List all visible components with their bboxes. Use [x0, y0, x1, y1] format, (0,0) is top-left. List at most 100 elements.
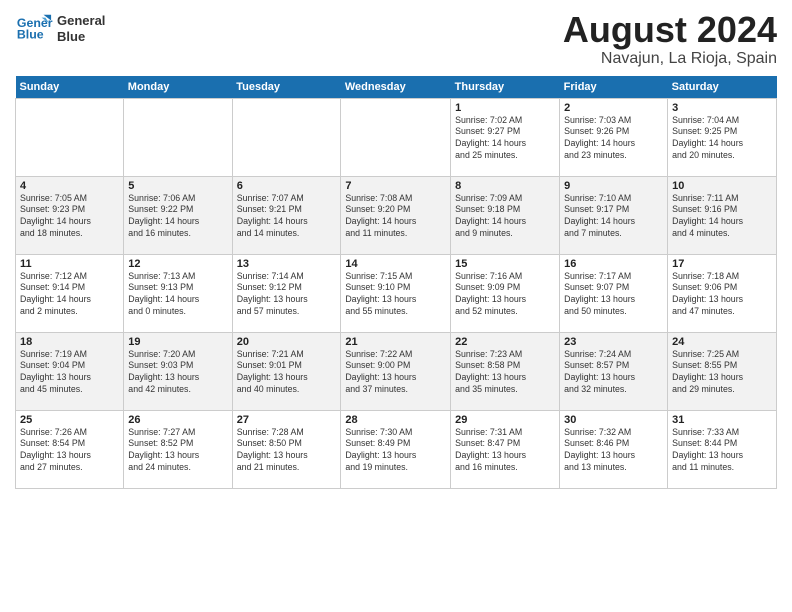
day-number: 17: [672, 258, 772, 270]
day-info: Sunrise: 7:24 AM Sunset: 8:57 PM Dayligh…: [564, 349, 663, 397]
day-cell: 2Sunrise: 7:03 AM Sunset: 9:26 PM Daylig…: [560, 98, 668, 176]
day-cell: 21Sunrise: 7:22 AM Sunset: 9:00 PM Dayli…: [341, 332, 451, 410]
calendar-table: Sunday Monday Tuesday Wednesday Thursday…: [15, 76, 777, 489]
day-cell: 28Sunrise: 7:30 AM Sunset: 8:49 PM Dayli…: [341, 410, 451, 488]
day-info: Sunrise: 7:22 AM Sunset: 9:00 PM Dayligh…: [345, 349, 446, 397]
day-cell: 7Sunrise: 7:08 AM Sunset: 9:20 PM Daylig…: [341, 176, 451, 254]
header: General Blue General Blue August 2024 Na…: [15, 10, 777, 68]
day-cell: 31Sunrise: 7:33 AM Sunset: 8:44 PM Dayli…: [668, 410, 777, 488]
day-info: Sunrise: 7:30 AM Sunset: 8:49 PM Dayligh…: [345, 427, 446, 475]
day-cell: 23Sunrise: 7:24 AM Sunset: 8:57 PM Dayli…: [560, 332, 668, 410]
day-info: Sunrise: 7:18 AM Sunset: 9:06 PM Dayligh…: [672, 271, 772, 319]
day-number: 25: [20, 414, 119, 426]
day-number: 6: [237, 180, 337, 192]
day-cell: 27Sunrise: 7:28 AM Sunset: 8:50 PM Dayli…: [232, 410, 341, 488]
day-cell: [232, 98, 341, 176]
col-thursday: Thursday: [451, 76, 560, 99]
day-cell: 11Sunrise: 7:12 AM Sunset: 9:14 PM Dayli…: [16, 254, 124, 332]
day-cell: [124, 98, 232, 176]
day-cell: 24Sunrise: 7:25 AM Sunset: 8:55 PM Dayli…: [668, 332, 777, 410]
day-info: Sunrise: 7:14 AM Sunset: 9:12 PM Dayligh…: [237, 271, 337, 319]
day-number: 24: [672, 336, 772, 348]
svg-text:Blue: Blue: [17, 28, 44, 42]
day-info: Sunrise: 7:07 AM Sunset: 9:21 PM Dayligh…: [237, 193, 337, 241]
day-info: Sunrise: 7:21 AM Sunset: 9:01 PM Dayligh…: [237, 349, 337, 397]
day-number: 2: [564, 102, 663, 114]
day-number: 15: [455, 258, 555, 270]
day-number: 3: [672, 102, 772, 114]
day-info: Sunrise: 7:28 AM Sunset: 8:50 PM Dayligh…: [237, 427, 337, 475]
day-info: Sunrise: 7:04 AM Sunset: 9:25 PM Dayligh…: [672, 115, 772, 163]
day-info: Sunrise: 7:16 AM Sunset: 9:09 PM Dayligh…: [455, 271, 555, 319]
day-number: 29: [455, 414, 555, 426]
day-number: 23: [564, 336, 663, 348]
day-cell: 29Sunrise: 7:31 AM Sunset: 8:47 PM Dayli…: [451, 410, 560, 488]
day-cell: 18Sunrise: 7:19 AM Sunset: 9:04 PM Dayli…: [16, 332, 124, 410]
title-block: August 2024 Navajun, La Rioja, Spain: [563, 10, 777, 68]
day-info: Sunrise: 7:12 AM Sunset: 9:14 PM Dayligh…: [20, 271, 119, 319]
day-cell: 22Sunrise: 7:23 AM Sunset: 8:58 PM Dayli…: [451, 332, 560, 410]
logo-line2: Blue: [57, 29, 105, 45]
day-info: Sunrise: 7:10 AM Sunset: 9:17 PM Dayligh…: [564, 193, 663, 241]
day-cell: 5Sunrise: 7:06 AM Sunset: 9:22 PM Daylig…: [124, 176, 232, 254]
week-row-5: 25Sunrise: 7:26 AM Sunset: 8:54 PM Dayli…: [16, 410, 777, 488]
month-year: August 2024: [563, 10, 777, 50]
day-number: 5: [128, 180, 227, 192]
day-info: Sunrise: 7:08 AM Sunset: 9:20 PM Dayligh…: [345, 193, 446, 241]
day-cell: [341, 98, 451, 176]
day-number: 12: [128, 258, 227, 270]
day-number: 4: [20, 180, 119, 192]
logo-text: General Blue: [57, 13, 105, 44]
week-row-4: 18Sunrise: 7:19 AM Sunset: 9:04 PM Dayli…: [16, 332, 777, 410]
day-number: 18: [20, 336, 119, 348]
day-info: Sunrise: 7:09 AM Sunset: 9:18 PM Dayligh…: [455, 193, 555, 241]
week-row-3: 11Sunrise: 7:12 AM Sunset: 9:14 PM Dayli…: [16, 254, 777, 332]
day-number: 31: [672, 414, 772, 426]
day-cell: 15Sunrise: 7:16 AM Sunset: 9:09 PM Dayli…: [451, 254, 560, 332]
day-info: Sunrise: 7:15 AM Sunset: 9:10 PM Dayligh…: [345, 271, 446, 319]
day-cell: 10Sunrise: 7:11 AM Sunset: 9:16 PM Dayli…: [668, 176, 777, 254]
day-number: 11: [20, 258, 119, 270]
col-monday: Monday: [124, 76, 232, 99]
day-info: Sunrise: 7:11 AM Sunset: 9:16 PM Dayligh…: [672, 193, 772, 241]
day-cell: 9Sunrise: 7:10 AM Sunset: 9:17 PM Daylig…: [560, 176, 668, 254]
day-cell: 13Sunrise: 7:14 AM Sunset: 9:12 PM Dayli…: [232, 254, 341, 332]
day-cell: 17Sunrise: 7:18 AM Sunset: 9:06 PM Dayli…: [668, 254, 777, 332]
day-cell: 16Sunrise: 7:17 AM Sunset: 9:07 PM Dayli…: [560, 254, 668, 332]
page-container: General Blue General Blue August 2024 Na…: [0, 0, 792, 494]
day-info: Sunrise: 7:32 AM Sunset: 8:46 PM Dayligh…: [564, 427, 663, 475]
day-number: 13: [237, 258, 337, 270]
day-number: 26: [128, 414, 227, 426]
day-cell: 12Sunrise: 7:13 AM Sunset: 9:13 PM Dayli…: [124, 254, 232, 332]
day-info: Sunrise: 7:20 AM Sunset: 9:03 PM Dayligh…: [128, 349, 227, 397]
logo: General Blue General Blue: [15, 10, 105, 48]
day-info: Sunrise: 7:19 AM Sunset: 9:04 PM Dayligh…: [20, 349, 119, 397]
day-number: 7: [345, 180, 446, 192]
day-number: 22: [455, 336, 555, 348]
day-cell: 6Sunrise: 7:07 AM Sunset: 9:21 PM Daylig…: [232, 176, 341, 254]
day-info: Sunrise: 7:23 AM Sunset: 8:58 PM Dayligh…: [455, 349, 555, 397]
day-cell: [16, 98, 124, 176]
day-cell: 20Sunrise: 7:21 AM Sunset: 9:01 PM Dayli…: [232, 332, 341, 410]
day-number: 14: [345, 258, 446, 270]
day-cell: 8Sunrise: 7:09 AM Sunset: 9:18 PM Daylig…: [451, 176, 560, 254]
day-info: Sunrise: 7:31 AM Sunset: 8:47 PM Dayligh…: [455, 427, 555, 475]
day-info: Sunrise: 7:05 AM Sunset: 9:23 PM Dayligh…: [20, 193, 119, 241]
day-info: Sunrise: 7:13 AM Sunset: 9:13 PM Dayligh…: [128, 271, 227, 319]
day-number: 21: [345, 336, 446, 348]
col-saturday: Saturday: [668, 76, 777, 99]
day-number: 28: [345, 414, 446, 426]
week-row-1: 1Sunrise: 7:02 AM Sunset: 9:27 PM Daylig…: [16, 98, 777, 176]
day-number: 8: [455, 180, 555, 192]
day-number: 30: [564, 414, 663, 426]
day-info: Sunrise: 7:03 AM Sunset: 9:26 PM Dayligh…: [564, 115, 663, 163]
day-cell: 1Sunrise: 7:02 AM Sunset: 9:27 PM Daylig…: [451, 98, 560, 176]
day-cell: 19Sunrise: 7:20 AM Sunset: 9:03 PM Dayli…: [124, 332, 232, 410]
col-sunday: Sunday: [16, 76, 124, 99]
day-info: Sunrise: 7:25 AM Sunset: 8:55 PM Dayligh…: [672, 349, 772, 397]
day-number: 9: [564, 180, 663, 192]
day-number: 16: [564, 258, 663, 270]
col-tuesday: Tuesday: [232, 76, 341, 99]
location: Navajun, La Rioja, Spain: [563, 50, 777, 68]
col-wednesday: Wednesday: [341, 76, 451, 99]
